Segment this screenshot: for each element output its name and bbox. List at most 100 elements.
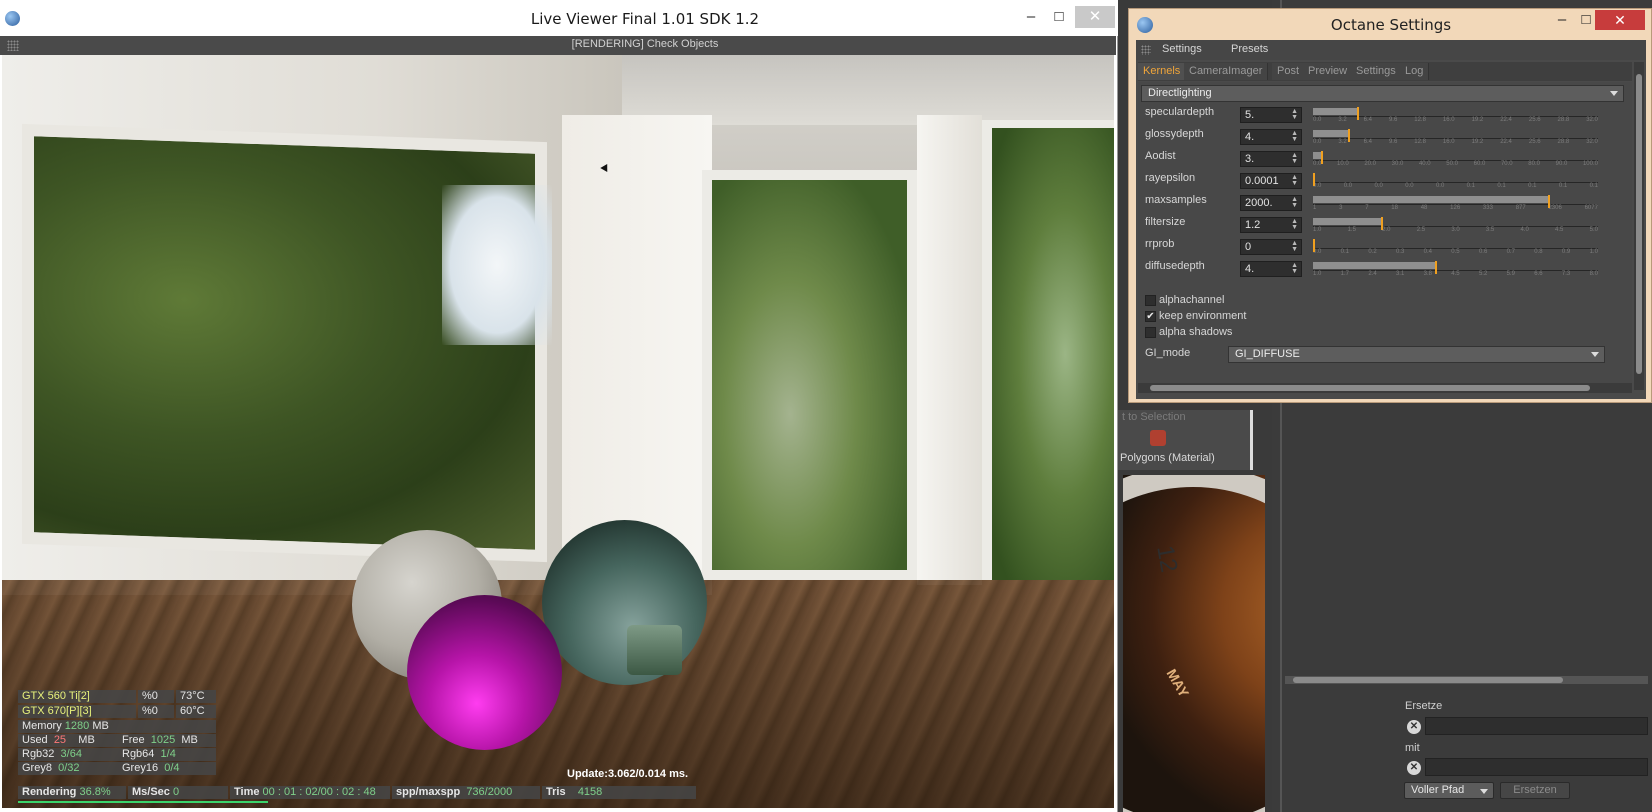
param-value-field[interactable]: 1.2 ▲ ▼: [1240, 217, 1302, 233]
param-value-field[interactable]: 2000. ▲ ▼: [1240, 195, 1302, 211]
gpu2-load: %0: [138, 705, 174, 718]
clear-ersetze-icon[interactable]: ✕: [1407, 720, 1421, 734]
param-value: 0.0001: [1245, 175, 1279, 187]
keep-environment-checkbox[interactable]: ✔: [1145, 311, 1156, 322]
param-value-field[interactable]: 5. ▲ ▼: [1240, 107, 1302, 123]
tick-label: 6.6: [1534, 271, 1543, 277]
watch-number: 12: [1151, 543, 1183, 575]
selection-strip: t to Selection Polygons (Material): [1118, 410, 1253, 470]
grip-icon[interactable]: [1141, 45, 1151, 55]
rendering-stat: Rendering 36.8%: [18, 786, 126, 799]
scrollbar-thumb[interactable]: [1150, 385, 1590, 391]
slider-knob[interactable]: [1357, 107, 1359, 120]
param-row-glossydepth: glossydepth 4. ▲ ▼ 0.0 3.2 6.4 9.6 12.8 16.0 19.2 2…: [1138, 126, 1632, 148]
tick-label: 28.8: [1557, 139, 1570, 145]
param-slider[interactable]: 0.0 0.0 0.0 0.0 0.0 0.1 0.1 0.1 0.1 0.1: [1313, 173, 1598, 190]
param-label: rrprob: [1145, 238, 1175, 250]
gpu1-load: %0: [138, 690, 174, 703]
spinner-arrows-icon[interactable]: ▲ ▼: [1291, 262, 1298, 275]
slider-knob[interactable]: [1348, 129, 1350, 142]
tick-label: 0.8: [1534, 249, 1543, 255]
param-slider[interactable]: 0.0 10.0 20.0 30.0 40.0 50.0 60.0 70.0 80.0 90.0 1…: [1313, 151, 1598, 168]
param-value: 0: [1245, 241, 1252, 253]
spinner-arrows-icon[interactable]: ▲ ▼: [1291, 130, 1298, 143]
param-slider[interactable]: 1 3 7 18 48 126 333 877 2306 6077: [1313, 195, 1598, 212]
octane-horizontal-scrollbar[interactable]: [1138, 383, 1632, 393]
path-mode-dropdown[interactable]: Voller Pfad: [1404, 782, 1494, 799]
tick-label: 0.0: [1435, 183, 1445, 189]
tick-label: 877: [1515, 205, 1526, 211]
ersetze-label: Ersetze: [1405, 700, 1443, 712]
ersetze-field[interactable]: [1425, 717, 1648, 735]
slider-tick-labels: 1.0 1.7 2.4 3.1 3.8 4.5 5.2 5.9 6.6 7.3 8.0: [1313, 271, 1598, 278]
slider-knob[interactable]: [1381, 217, 1383, 230]
spinner-arrows-icon[interactable]: ▲ ▼: [1291, 108, 1298, 121]
octane-vertical-scrollbar[interactable]: [1634, 62, 1644, 390]
octane-close-button[interactable]: ✕: [1595, 10, 1645, 30]
live-viewer-titlebar[interactable]: Live Viewer Final 1.01 SDK 1.2 – □ ✕: [0, 0, 1118, 36]
chevron-down-icon: [1480, 789, 1488, 794]
tick-label: 19.2: [1471, 117, 1484, 123]
param-slider[interactable]: 1.0 1.5 2.0 2.5 3.0 3.5 4.0 4.5 5.0: [1313, 217, 1598, 234]
scene-magenta-sphere: [407, 595, 562, 750]
minimize-button[interactable]: –: [1018, 6, 1044, 28]
octane-settings-window: Octane Settings – □ ✕ Settings Presets K…: [1128, 8, 1652, 403]
memory-stat: Memory 1280 MB: [18, 720, 216, 733]
spinner-arrows-icon[interactable]: ▲ ▼: [1291, 174, 1298, 187]
slider-knob[interactable]: [1313, 173, 1315, 186]
tick-label: 18: [1391, 205, 1398, 211]
mit-field[interactable]: [1425, 758, 1648, 776]
slider-knob[interactable]: [1313, 239, 1315, 252]
tab-preview[interactable]: Preview: [1303, 63, 1354, 80]
slider-knob[interactable]: [1321, 151, 1323, 164]
slider-fill: [1313, 218, 1381, 225]
horizontal-scrollbar[interactable]: [1285, 676, 1648, 684]
param-value-field[interactable]: 3. ▲ ▼: [1240, 151, 1302, 167]
tick-label: 0.2: [1368, 249, 1377, 255]
param-label: speculardepth: [1145, 106, 1215, 118]
param-slider[interactable]: 0.0 3.2 6.4 9.6 12.8 16.0 19.2 22.4 25.6 28.8 32.0: [1313, 129, 1598, 146]
param-slider[interactable]: 0.0 0.1 0.2 0.3 0.4 0.5 0.6 0.7 0.8 0.9 1.0: [1313, 239, 1598, 256]
grey16-stat: Grey16 0/4: [118, 762, 216, 775]
octane-minimize-button[interactable]: –: [1549, 9, 1575, 31]
spinner-arrows-icon[interactable]: ▲ ▼: [1291, 196, 1298, 209]
slider-tick-labels: 0.0 3.2 6.4 9.6 12.8 16.0 19.2 22.4 25.6 28.8 32.0: [1313, 117, 1598, 124]
param-value-field[interactable]: 4. ▲ ▼: [1240, 129, 1302, 145]
watch-bezel: [1123, 475, 1265, 812]
param-value-field[interactable]: 0.0001 ▲ ▼: [1240, 173, 1302, 189]
param-value-field[interactable]: 0 ▲ ▼: [1240, 239, 1302, 255]
menu-settings[interactable]: Settings: [1162, 43, 1202, 55]
tick-label: 0.1: [1466, 183, 1476, 189]
slider-knob[interactable]: [1548, 195, 1550, 208]
tab-post[interactable]: Post: [1272, 63, 1306, 80]
tick-label: 8.0: [1589, 271, 1598, 277]
spinner-arrows-icon[interactable]: ▲ ▼: [1291, 152, 1298, 165]
tab-cameraimager[interactable]: CameraImager: [1184, 63, 1269, 80]
slider-tick-labels: 0.0 0.1 0.2 0.3 0.4 0.5 0.6 0.7 0.8 0.9 1.0: [1313, 249, 1598, 256]
param-slider[interactable]: 0.0 3.2 6.4 9.6 12.8 16.0 19.2 22.4 25.6 28.8 32.0: [1313, 107, 1598, 124]
param-label: diffusedepth: [1145, 260, 1205, 272]
tab-kernels[interactable]: Kernels: [1138, 63, 1187, 80]
slider-knob[interactable]: [1435, 261, 1437, 274]
maximize-button[interactable]: □: [1046, 6, 1072, 28]
menu-presets[interactable]: Presets: [1231, 43, 1268, 55]
material-tag-icon[interactable]: [1150, 430, 1166, 446]
spinner-arrows-icon[interactable]: ▲ ▼: [1291, 240, 1298, 253]
kernel-type-dropdown[interactable]: Directlighting: [1141, 85, 1624, 102]
alpha-shadows-checkbox[interactable]: [1145, 327, 1156, 338]
ersetzen-button[interactable]: Ersetzen: [1500, 782, 1570, 799]
tab-log[interactable]: Log: [1400, 63, 1430, 80]
polygons-material-label: Polygons (Material): [1120, 452, 1215, 464]
close-button[interactable]: ✕: [1075, 6, 1115, 28]
alphachannel-checkbox[interactable]: [1145, 295, 1156, 306]
scrollbar-thumb[interactable]: [1636, 74, 1642, 374]
param-value-field[interactable]: 4. ▲ ▼: [1240, 261, 1302, 277]
scrollbar-thumb[interactable]: [1293, 677, 1563, 683]
spinner-arrows-icon[interactable]: ▲ ▼: [1291, 218, 1298, 231]
param-row-filtersize: filtersize 1.2 ▲ ▼ 1.0 1.5 2.0 2.5 3.0 3.5 4.0 4.5 5…: [1138, 214, 1632, 236]
param-slider[interactable]: 1.0 1.7 2.4 3.1 3.8 4.5 5.2 5.9 6.6 7.3 8.0: [1313, 261, 1598, 278]
tab-settings[interactable]: Settings: [1351, 63, 1402, 80]
tick-label: 6077: [1584, 205, 1598, 211]
gi-mode-dropdown[interactable]: GI_DIFFUSE: [1228, 346, 1605, 363]
clear-mit-icon[interactable]: ✕: [1407, 761, 1421, 775]
